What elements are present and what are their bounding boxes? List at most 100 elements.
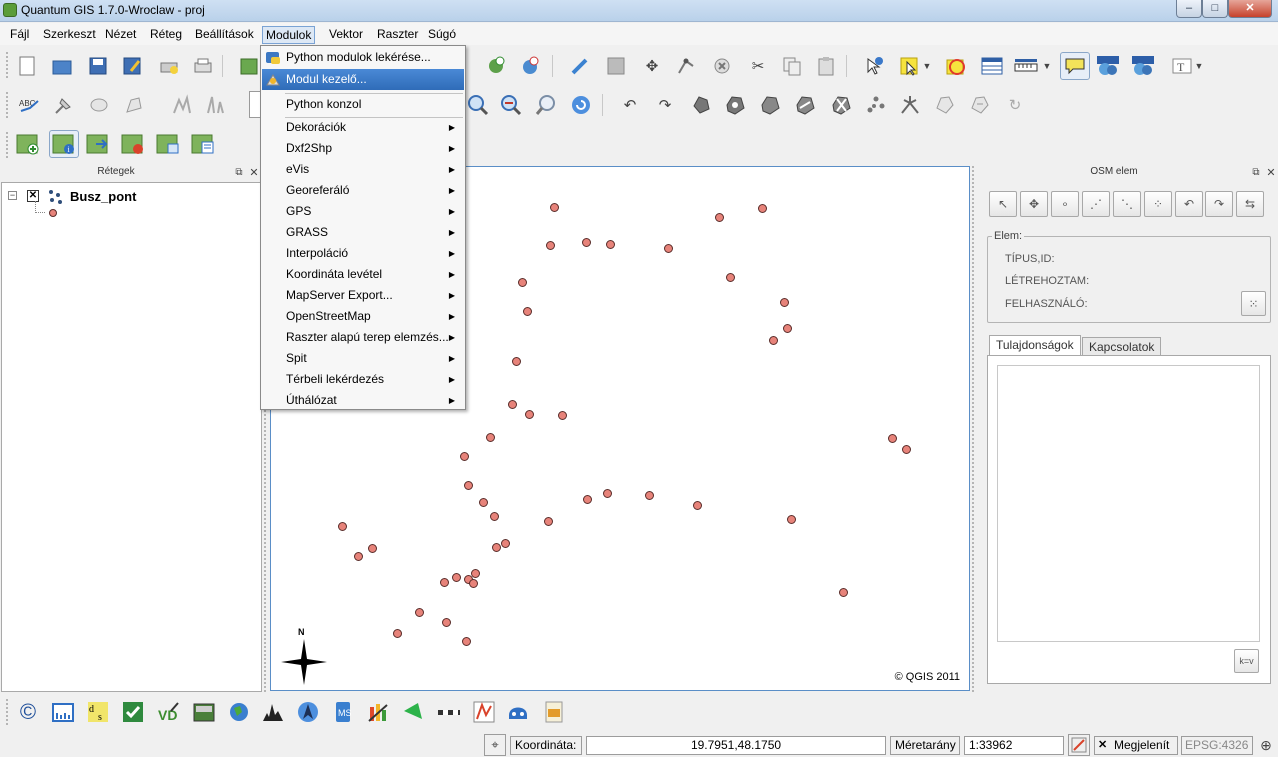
menu-item-coordinate-capture[interactable]: Koordináta levétel ▶ xyxy=(262,264,464,285)
spell-check-icon[interactable]: ABC xyxy=(17,93,41,117)
menu-item-spatial-query[interactable]: Térbeli lekérdezés ▶ xyxy=(262,369,464,390)
layer-properties-icon[interactable] xyxy=(191,132,215,156)
toolbar-grip[interactable] xyxy=(6,52,10,78)
tab-relations[interactable]: Kapcsolatok xyxy=(1082,337,1162,357)
copy-features-icon[interactable] xyxy=(780,54,804,78)
reshape-features-icon[interactable] xyxy=(793,93,817,117)
new-project-icon[interactable] xyxy=(15,54,39,78)
menu-item-plugin-manager[interactable]: Modul kezelő... xyxy=(262,69,464,90)
toolbar-grip[interactable] xyxy=(6,92,10,118)
osm-plugin-icon[interactable] xyxy=(542,700,566,724)
osm-move-icon[interactable]: ✥ xyxy=(1020,191,1048,217)
measure-dropdown-chevron-icon[interactable]: ▼ xyxy=(1040,54,1054,78)
capture-point-icon[interactable] xyxy=(52,93,76,117)
new-bookmark-icon[interactable] xyxy=(1096,54,1120,78)
evis-icon[interactable] xyxy=(121,700,145,724)
menu-item-fetch-python-plugins[interactable]: Python modulok lekérése... xyxy=(262,47,464,68)
properties-table[interactable] xyxy=(997,365,1260,642)
north-arrow-plugin-icon[interactable] xyxy=(296,700,320,724)
rotate-label-icon[interactable] xyxy=(933,93,957,117)
render-checkbox[interactable]: ✕ xyxy=(1098,739,1110,752)
menu-item-road-graph[interactable]: Úthálózat ▶ xyxy=(262,390,464,411)
menu-item-gps[interactable]: GPS ▶ xyxy=(262,201,464,222)
scale-field[interactable]: 1:33962 xyxy=(964,736,1064,755)
menu-item-openstreetmap[interactable]: OpenStreetMap ▶ xyxy=(262,306,464,327)
crs-status[interactable]: EPSG:4326 xyxy=(1181,736,1253,755)
raster-terrain-icon[interactable] xyxy=(366,700,390,724)
grass-tools-icon[interactable] xyxy=(506,700,530,724)
save-as-icon[interactable] xyxy=(120,54,144,78)
save-edits-icon[interactable] xyxy=(604,54,628,78)
add-wms-layer-icon[interactable] xyxy=(484,54,508,78)
merge-features-icon[interactable] xyxy=(864,93,888,117)
menu-item-mapserver-export[interactable]: MapServer Export... ▶ xyxy=(262,285,464,306)
annotation-dropdown-chevron-icon[interactable]: ▼ xyxy=(1192,54,1206,78)
select-dropdown-chevron-icon[interactable]: ▼ xyxy=(920,54,934,78)
maximize-button[interactable]: □ xyxy=(1202,0,1228,18)
measure-line-icon[interactable] xyxy=(1014,54,1038,78)
delete-part-icon[interactable] xyxy=(758,93,782,117)
deselect-all-icon[interactable] xyxy=(944,54,968,78)
map-tips-icon[interactable] xyxy=(1060,52,1090,80)
menu-help[interactable]: Súgó xyxy=(425,26,459,44)
select-features-icon[interactable] xyxy=(898,54,922,78)
layer-name[interactable]: Busz_pont xyxy=(70,189,136,204)
simplify-feature-icon[interactable] xyxy=(170,93,194,117)
stop-render-icon[interactable] xyxy=(1068,734,1090,756)
menu-item-spit[interactable]: Spit ▶ xyxy=(262,348,464,369)
attribute-table-icon[interactable] xyxy=(980,54,1004,78)
collapse-toggle-icon[interactable]: − xyxy=(8,191,17,200)
osm-undo-icon[interactable]: ↶ xyxy=(1175,191,1203,217)
render-toggle[interactable]: ✕ Megjelenít xyxy=(1094,736,1178,755)
menu-item-evis[interactable]: eVis ▶ xyxy=(262,159,464,180)
menu-vector[interactable]: Vektor xyxy=(326,26,366,44)
text-annotation-icon[interactable]: T xyxy=(1170,54,1194,78)
node-tool-icon[interactable] xyxy=(674,54,698,78)
offset-curve-icon[interactable] xyxy=(968,93,992,117)
scale-bar-plugin-icon[interactable] xyxy=(51,700,75,724)
menu-item-python-console[interactable]: Python konzol xyxy=(262,94,464,115)
close-button[interactable]: ✕ xyxy=(1228,0,1272,18)
layer-export-icon[interactable] xyxy=(156,132,180,156)
toolbar-grip[interactable] xyxy=(6,699,10,725)
capture-polygon-icon[interactable] xyxy=(122,93,146,117)
georeferencer-icon[interactable]: VD xyxy=(156,700,180,724)
undo-icon[interactable]: ↶ xyxy=(618,93,642,117)
paste-features-icon[interactable] xyxy=(814,54,838,78)
menu-edit[interactable]: Szerkeszt xyxy=(40,26,99,44)
dock-close-icon[interactable]: ✕ xyxy=(247,165,261,179)
csv-export-icon[interactable]: k=v xyxy=(1234,649,1259,673)
menu-item-raster-terrain[interactable]: Raszter alapú terep elemzés... ▶ xyxy=(262,327,464,348)
redo-icon[interactable]: ↷ xyxy=(653,93,677,117)
split-features-icon[interactable] xyxy=(829,93,853,117)
layer-remove-icon[interactable] xyxy=(121,132,145,156)
dxf2shp-icon[interactable]: ds xyxy=(86,700,110,724)
zoom-out-icon[interactable] xyxy=(499,93,523,117)
osm-polygon-icon[interactable]: ⁘ xyxy=(1144,191,1172,217)
redo-disabled-icon[interactable]: ↻ xyxy=(1003,93,1027,117)
road-graph-icon[interactable] xyxy=(472,700,496,724)
spit-icon[interactable] xyxy=(401,700,425,724)
cut-features-icon[interactable]: ✂ xyxy=(746,54,770,78)
zoom-full-icon[interactable] xyxy=(534,93,558,117)
print-icon[interactable] xyxy=(191,54,215,78)
coordinate-toggle-icon[interactable]: ⌖ xyxy=(484,734,506,756)
globe-icon[interactable] xyxy=(227,700,251,724)
dock-splitter-right[interactable] xyxy=(972,166,976,692)
layer-info-icon[interactable]: i xyxy=(49,130,79,158)
save-project-icon[interactable] xyxy=(86,54,110,78)
osm-properties-icon[interactable]: ⁙ xyxy=(1241,291,1266,316)
osm-polyline-icon[interactable]: ⋱ xyxy=(1113,191,1141,217)
menu-item-grass[interactable]: GRASS ▶ xyxy=(262,222,464,243)
projection-icon[interactable]: ⊕ xyxy=(1256,734,1276,756)
menu-view[interactable]: Nézet xyxy=(102,26,139,44)
add-layer-green-icon[interactable] xyxy=(16,132,40,156)
mapserver-export-icon[interactable]: MS xyxy=(331,700,355,724)
histogram-icon[interactable] xyxy=(261,700,285,724)
add-ring-icon[interactable] xyxy=(203,93,227,117)
osm-line-icon[interactable]: ⋰ xyxy=(1082,191,1110,217)
copyright-plugin-icon[interactable]: © xyxy=(16,699,40,724)
gps-tools-icon[interactable] xyxy=(192,700,216,724)
osm-point-icon[interactable]: ∘ xyxy=(1051,191,1079,217)
move-feature-icon[interactable]: ✥ xyxy=(640,54,664,78)
